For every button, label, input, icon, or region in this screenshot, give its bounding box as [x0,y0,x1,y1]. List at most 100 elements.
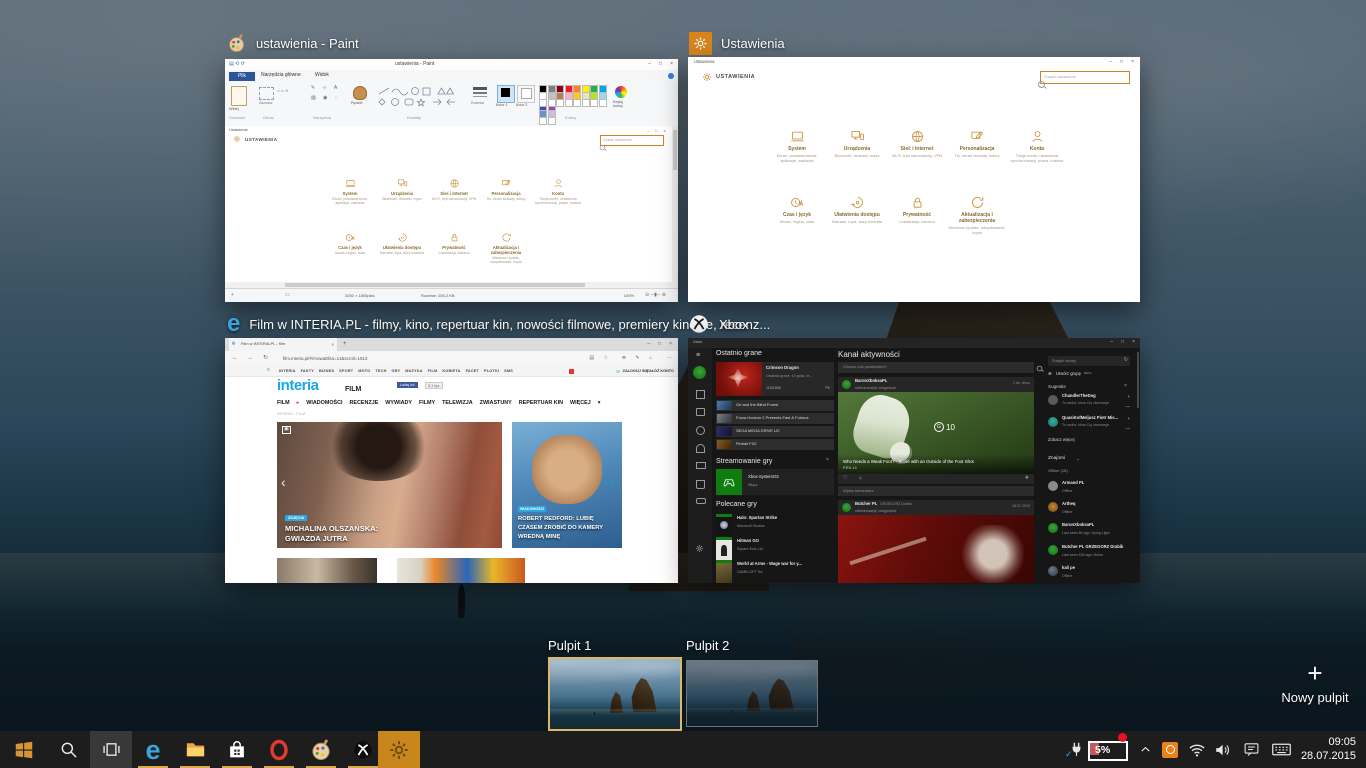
xbox-scrollbar[interactable] [1137,352,1139,408]
tray-expand-button[interactable] [1134,731,1156,768]
settings-category-system[interactable]: System Ekran, powiadomienia, aplikacje, … [768,129,826,163]
taskbar-edge[interactable]: e [132,731,174,768]
taskbar-paint[interactable] [300,731,342,768]
settings-category-update[interactable]: Aktualizacja i zabezpieczenia Windows Up… [948,195,1006,235]
streaming-icon-tile [716,469,742,495]
paint-canvas: Ustawienia – □ × USTAWIENIA Znajdź ustaw… [225,126,673,282]
taskbar-store[interactable] [216,731,258,768]
close-icon[interactable]: × [826,458,829,464]
taskbar-settings-active[interactable] [378,731,420,768]
settings-category-privacy[interactable]: Prywatność Lokalizacja, kamera [888,195,946,224]
recent-game-row: Pinball FX2 [716,439,834,450]
window-thumb-xbox[interactable]: Xbox – □ × ≡ Ostatnio grane Crimson Drag… [688,338,1140,583]
tray-touch-keyboard[interactable] [1266,731,1296,768]
pin-icon[interactable]: ✈ [1025,476,1029,482]
close-icon[interactable]: × [1124,384,1127,390]
interia-logo-section: FILM [345,386,361,394]
see-more-link[interactable]: Zobacz więcej [1048,438,1075,443]
address-bar-url: film.interia.pl/#!/nowaElita=11&scroll=1… [283,356,367,361]
friend-status: Offline [1062,489,1072,493]
friend-row[interactable]: Butcher PL GRZEGORZ Drabik Last seen 15h… [1048,544,1130,563]
dismiss-icon[interactable]: — [1126,404,1131,409]
settings-search-box[interactable]: Znajdź ustawienie [1040,71,1130,84]
paint-tools-row2: ▨ ◉ ◌ [311,96,341,102]
settings-category-ease[interactable]: Ułatwienia dostępu Narrator, lupa, duży … [828,195,886,224]
post-user: Butcher PL [855,502,877,507]
carousel-prev-icon[interactable]: ‹ [281,474,286,490]
clock[interactable]: 09:05 28.07.2015 [1296,731,1362,768]
settings-category-network[interactable]: Sieć i Internet Wi-Fi, tryb samolotowy, … [888,129,946,158]
taskbar-file-explorer[interactable] [174,731,216,768]
suggestion-row[interactable]: ChandlerTheDog To osoba, która Cię obser… [1048,394,1130,414]
game-name: Pinball FX2 [736,442,756,447]
paint-thumb-title-row[interactable]: ustawienia - Paint [227,33,359,53]
find-people-search[interactable]: Znajdź osoby ↻ [1048,356,1130,366]
settings-thumb-title-row[interactable]: Ustawienia [689,32,785,55]
add-icon[interactable]: + [1127,416,1130,421]
back-icon: ← [232,355,238,362]
taskbar-opera[interactable] [258,731,300,768]
gamerscore-icon: G [934,422,944,432]
desktop-2-thumbnail[interactable] [686,660,818,727]
xbox-thumb-title-row[interactable]: Xbox [688,313,749,335]
composer-placeholder: Chcesz coś powiedzieć? [843,365,887,370]
tray-app-icon[interactable] [1158,731,1182,768]
carousel-next-icon[interactable]: › [610,474,615,492]
window-thumb-edge[interactable]: e Film w INTERIA.PL - film × + – □ × ← →… [225,338,678,583]
tray-volume[interactable] [1210,731,1236,768]
edge-icon: e [145,738,160,762]
window-thumb-settings[interactable]: Ustawienia – □ × USTAWIENIA Znajdź ustaw… [688,57,1140,302]
xbox-icon [352,739,374,761]
window-thumb-paint[interactable]: ▤ ⟲ ⟳ ustawienia - Paint – □ × Plik Narz… [225,59,678,302]
settings-category-devices[interactable]: Urządzenia Bluetooth, drukarki, mysz [828,129,886,158]
paste-label: Wklej [229,107,239,112]
desktop-1-thumbnail[interactable] [548,657,682,731]
article-image-redford: WIADOMOŚCI ROBERT REDFORD: LUBIĘ CZASEM … [512,422,622,548]
gamerscore: 110/1500 [766,386,781,390]
friend-row[interactable]: Artheq Offline [1048,501,1130,520]
portal-nav: INTERIAFAKTYBIZNESSPORTMOTOTECHGRYMUZYKA… [279,369,513,373]
game-publisher: Microsoft Studios [737,524,765,528]
chevron-down-icon: ⌄ [1076,456,1080,461]
suggestion-row[interactable]: QuasiKofMeljusz Piotr Mis... To osoba, k… [1048,416,1130,436]
friend-row[interactable]: Armand PL Offline [1048,480,1130,499]
like-share-icons[interactable]: ♡ ⌂ [843,476,867,482]
keyboard-icon [1271,739,1292,760]
taskbar-search-button[interactable] [48,731,90,768]
task-view-button[interactable] [90,731,132,768]
settings-category-accounts[interactable]: Konta Twoje konto, ustawienia synchroniz… [1008,129,1066,163]
maximize-icon: □ [658,342,661,347]
friend-row[interactable]: kali pe Offline [1048,565,1130,583]
tray-network[interactable] [1184,731,1210,768]
friend-row[interactable]: BaronXboksaPL Last seen 8h ago: Dying Li… [1048,522,1130,541]
paint-group-colors: Kolory [565,116,576,121]
settings-category-personalization[interactable]: Personalizacja Tło, ekran blokady, kolor… [948,129,1006,158]
paint-vscrollbar[interactable] [672,126,678,282]
xbox-titlebar: Xbox – □ × [688,338,1140,348]
facebook-like-button: Lubię to! [397,382,418,388]
start-button[interactable] [0,731,48,768]
action-center-icon [1243,741,1260,758]
feed-composer[interactable]: Chcesz coś powiedzieć? [838,362,1034,373]
new-desktop-label: Nowy pulpit [1270,690,1360,705]
battery-indicator[interactable]: 5% [1088,731,1132,768]
edit-colors-icon [615,86,627,98]
add-icon[interactable]: + [1127,394,1130,399]
file-size: Rozmiar: 250,2 KB [421,294,455,299]
new-desktop-button[interactable]: + Nowy pulpit [1270,660,1360,720]
clock-time: 09:05 [1296,736,1362,750]
settings-category-time[interactable]: Czas i język Mowa, region, data [768,195,826,224]
desktop-1-wallpaper [550,659,680,729]
settings-header-gear-icon [702,72,712,82]
zoom-slider[interactable]: ⊖ ─▮─ ⊕ [645,293,666,299]
game-name: Hitman GO [737,539,759,544]
tray-action-center[interactable] [1238,731,1264,768]
avatar [1048,545,1058,555]
feed-post-header: BaronXboksaPL odblokował(a) osiągnięcie … [838,377,1034,392]
dismiss-icon[interactable]: — [1126,426,1131,431]
film-menu: FILM ▸ WIADOMOŚCI RECENZJE WYWIADY FILMY… [277,400,600,406]
avatar [1048,523,1058,533]
comment-box[interactable]: Wpisz komentarz [838,486,1034,496]
tray-power-plug[interactable]: ✓ [1064,731,1088,768]
suggestion-name: QuasiKofMeljusz Piotr Mis... [1062,416,1118,421]
